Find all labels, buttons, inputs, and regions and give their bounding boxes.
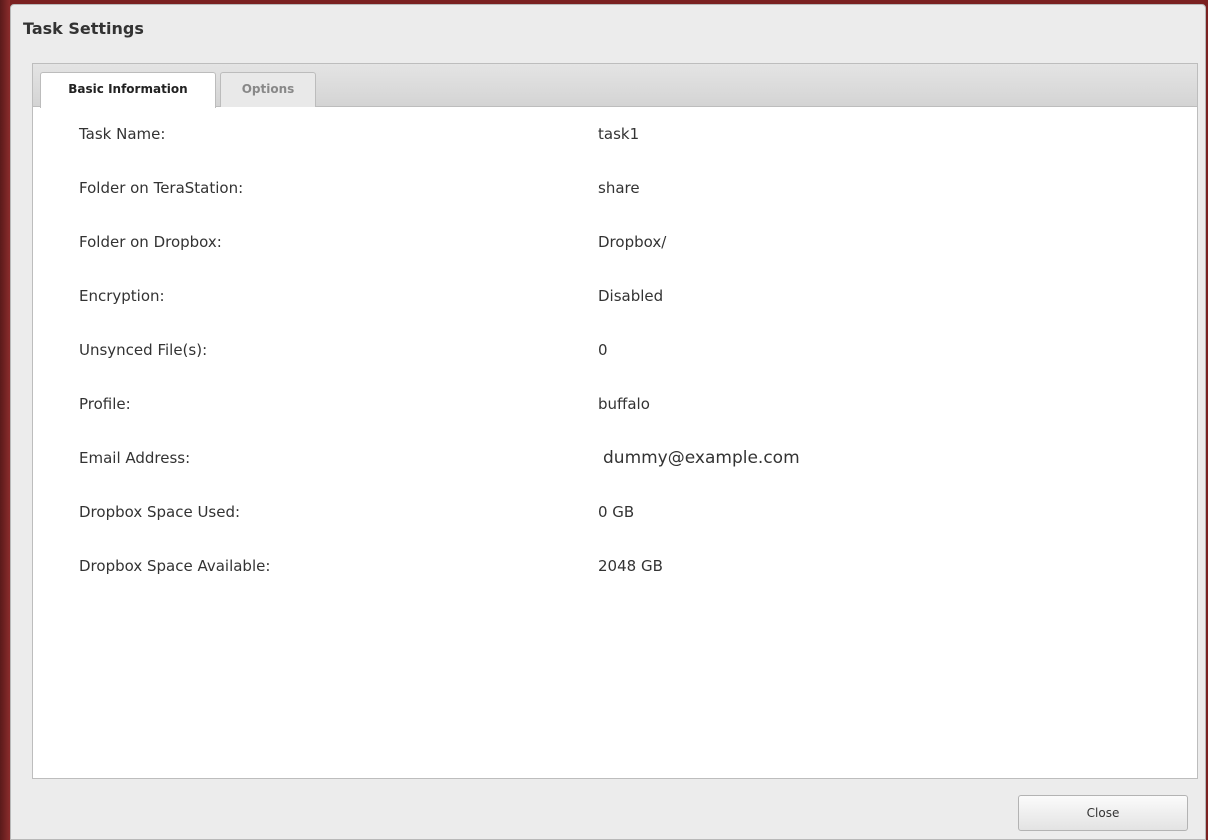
task-name-value: task1 bbox=[598, 125, 640, 143]
folder-terastation-label: Folder on TeraStation: bbox=[79, 179, 244, 197]
tab-bar: Basic Information Options bbox=[33, 64, 1197, 108]
email-address-value: dummy@example.com bbox=[603, 448, 800, 468]
row-email-address: Email Address: dummy@example.com bbox=[33, 431, 1197, 485]
tab-basic-information[interactable]: Basic Information bbox=[40, 72, 216, 108]
tab-options[interactable]: Options bbox=[220, 72, 316, 107]
folder-dropbox-value: Dropbox/ bbox=[598, 233, 667, 251]
dialog-title: Task Settings bbox=[23, 19, 144, 38]
space-used-value: 0 GB bbox=[598, 503, 635, 521]
folder-terastation-value: share bbox=[598, 179, 640, 197]
space-used-label: Dropbox Space Used: bbox=[79, 503, 241, 521]
unsynced-files-value: 0 bbox=[598, 341, 608, 359]
folder-dropbox-label: Folder on Dropbox: bbox=[79, 233, 222, 251]
encryption-label: Encryption: bbox=[79, 287, 165, 305]
row-space-available: Dropbox Space Available: 2048 GB bbox=[33, 539, 1197, 593]
background-left bbox=[0, 0, 10, 840]
unsynced-files-label: Unsynced File(s): bbox=[79, 341, 208, 359]
close-button[interactable]: Close bbox=[1018, 795, 1188, 831]
space-available-value: 2048 GB bbox=[598, 557, 663, 575]
row-space-used: Dropbox Space Used: 0 GB bbox=[33, 485, 1197, 539]
tab-panel: Basic Information Options Task Name: tas… bbox=[32, 63, 1198, 779]
row-unsynced-files: Unsynced File(s): 0 bbox=[33, 323, 1197, 377]
encryption-value: Disabled bbox=[598, 287, 664, 305]
email-address-label: Email Address: bbox=[79, 449, 191, 467]
row-folder-terastation: Folder on TeraStation: share bbox=[33, 161, 1197, 215]
dialog-footer: Close bbox=[11, 777, 1205, 839]
row-encryption: Encryption: Disabled bbox=[33, 269, 1197, 323]
space-available-label: Dropbox Space Available: bbox=[79, 557, 271, 575]
task-settings-dialog: Task Settings Basic Information Options … bbox=[10, 4, 1206, 840]
row-folder-dropbox: Folder on Dropbox: Dropbox/ bbox=[33, 215, 1197, 269]
row-profile: Profile: buffalo bbox=[33, 377, 1197, 431]
profile-label: Profile: bbox=[79, 395, 131, 413]
task-name-label: Task Name: bbox=[79, 125, 166, 143]
profile-value: buffalo bbox=[598, 395, 650, 413]
row-task-name: Task Name: task1 bbox=[33, 107, 1197, 161]
